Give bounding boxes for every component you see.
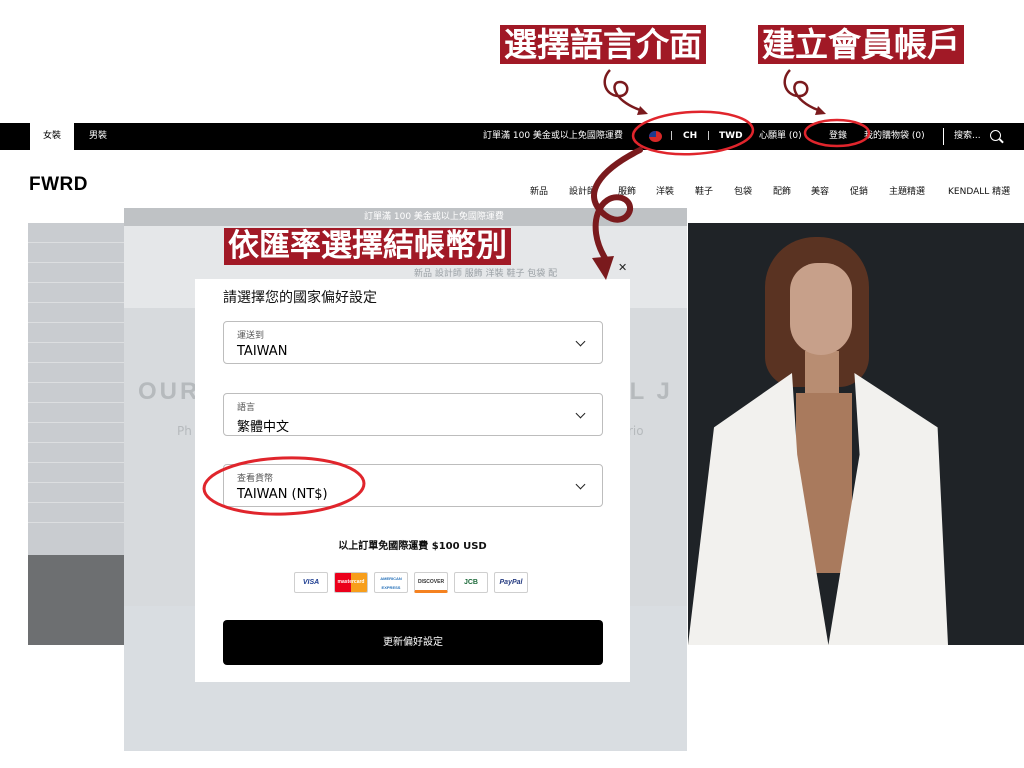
separator: | (707, 131, 711, 141)
currency-value: TAIWAN (NT$) (237, 487, 328, 502)
arrowhead-language (637, 106, 648, 115)
brand-logo[interactable]: FWRD (29, 174, 88, 196)
login-link[interactable]: 登錄 (829, 123, 847, 150)
mastercard-icon: mastercard (334, 572, 368, 593)
chevron-down-icon (575, 408, 586, 419)
close-icon[interactable]: ✕ (618, 261, 627, 274)
brick-wall (28, 223, 128, 523)
country-preference-modal: 請選擇您的國家偏好設定 運送到 TAIWAN 語言 繁體中文 查看貨幣 TAIW… (195, 279, 630, 682)
nav-item[interactable]: 新品 (530, 184, 548, 197)
nav-item[interactable]: 洋裝 (656, 184, 674, 197)
nav-item[interactable]: 主題精選 (889, 184, 925, 197)
tab-men[interactable]: 男裝 (80, 123, 116, 150)
hero-image-left (28, 223, 128, 645)
ghost-subtitle-right: rio (628, 424, 644, 438)
modal-title: 請選擇您的國家偏好設定 (223, 290, 377, 306)
taiwan-flag-icon[interactable] (649, 131, 662, 142)
currency-label: 查看貨幣 (237, 474, 274, 484)
ghost-nav: 新品 設計師 服飾 洋裝 鞋子 包袋 配 (414, 269, 558, 279)
ship-to-value: TAIWAN (237, 344, 288, 359)
shopping-bag-link[interactable]: 我的購物袋 (0) (864, 123, 925, 150)
language-selector[interactable]: CH (683, 123, 697, 150)
jcb-icon: JCB (454, 572, 488, 593)
chevron-down-icon (575, 479, 586, 490)
language-select[interactable]: 語言 繁體中文 (223, 393, 603, 436)
model-face (790, 263, 852, 355)
nav-item[interactable]: 美容 (811, 184, 829, 197)
ground (28, 555, 128, 645)
chevron-down-icon (575, 336, 586, 347)
paypal-icon: PayPal (494, 572, 528, 593)
search-input[interactable]: 搜索... (954, 123, 981, 150)
hero-image-model (688, 223, 1024, 645)
arrowhead-login (815, 106, 826, 115)
nav-item[interactable]: KENDALL 精選 (948, 184, 1010, 197)
visa-icon: VISA (294, 572, 328, 593)
nav-item[interactable]: 包袋 (734, 184, 752, 197)
nav-item[interactable]: 配飾 (773, 184, 791, 197)
update-preferences-button[interactable]: 更新偏好設定 (223, 620, 603, 665)
ship-to-label: 運送到 (237, 331, 265, 341)
search-icon[interactable] (990, 130, 1001, 141)
arrow-to-language (603, 69, 641, 112)
nav-item[interactable]: 鞋子 (695, 184, 713, 197)
screenshot-stage: 選擇語言介面 建立會員帳戶 女裝 男裝 訂單滿 100 美金或以上免國際運費 |… (0, 0, 1024, 768)
annotation-currency: 依匯率選擇結帳幣別 (224, 228, 511, 265)
free-shipping-note: 以上訂單免國際運費 $100 USD (338, 541, 487, 552)
ghost-subtitle-left: Ph (177, 424, 192, 438)
ghost-topbar: 訂單滿 100 美金或以上免國際運費 (124, 208, 687, 226)
divider (943, 128, 944, 145)
promo-text: 訂單滿 100 美金或以上免國際運費 (483, 131, 623, 141)
currency-select[interactable]: 查看貨幣 TAIWAN (NT$) (223, 464, 603, 507)
amex-icon: AMERICAN EXPRESS (374, 572, 408, 593)
top-bar: 女裝 男裝 訂單滿 100 美金或以上免國際運費 | CH | TWD 心願單 … (0, 123, 1024, 150)
nav-item[interactable]: 設計師 (569, 184, 596, 197)
arrow-to-login (783, 69, 819, 112)
ship-to-select[interactable]: 運送到 TAIWAN (223, 321, 603, 364)
language-label: 語言 (237, 403, 256, 413)
ghost-title-left: OUR (138, 378, 201, 405)
tab-women[interactable]: 女裝 (30, 123, 74, 150)
annotation-language: 選擇語言介面 (500, 25, 706, 64)
wishlist-link[interactable]: 心願單 (0) (759, 123, 802, 150)
language-value: 繁體中文 (237, 420, 290, 435)
annotation-account: 建立會員帳戶 (758, 25, 964, 64)
nav-item[interactable]: 促銷 (850, 184, 868, 197)
currency-selector[interactable]: TWD (719, 123, 743, 150)
separator: | (670, 131, 674, 141)
nav-item[interactable]: 服飾 (618, 184, 636, 197)
discover-icon: DISCOVER (414, 572, 448, 593)
